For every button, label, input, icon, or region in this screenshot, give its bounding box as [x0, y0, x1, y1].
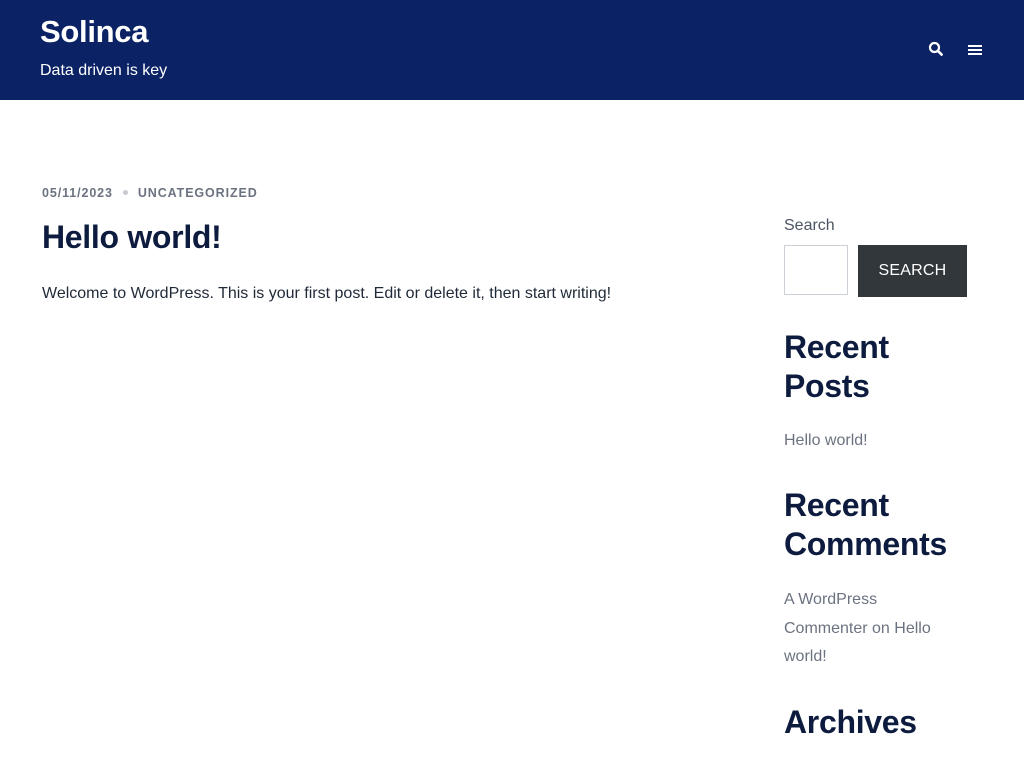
site-header: Solinca Data driven is key: [0, 0, 1024, 100]
menu-icon-bar: [968, 53, 982, 55]
site-title-link[interactable]: Solinca: [40, 14, 148, 50]
menu-icon[interactable]: [966, 42, 986, 58]
post-date-link[interactable]: 05/11/2023: [42, 186, 113, 200]
post-meta: 05/11/2023 UNCATEGORIZED: [42, 186, 258, 200]
recent-post-link[interactable]: Hello world!: [784, 427, 964, 456]
search-label: Search: [784, 217, 835, 234]
search-icon[interactable]: [928, 41, 944, 57]
search-input[interactable]: [784, 245, 848, 295]
post-excerpt: Welcome to WordPress. This is your first…: [42, 285, 612, 302]
menu-icon-bar: [968, 49, 982, 51]
site-tagline: Data driven is key: [40, 62, 168, 79]
comment-author-link[interactable]: A WordPress Commenter: [784, 591, 877, 637]
meta-separator-dot: [122, 190, 128, 196]
search-button[interactable]: SEARCH: [858, 245, 967, 297]
comment-connector: on: [867, 619, 895, 637]
recent-posts-title: Recent Posts: [784, 329, 889, 404]
menu-icon-bar: [968, 45, 982, 47]
recent-comments-title: Recent Comments: [784, 487, 947, 562]
post-title-link[interactable]: Hello world!: [42, 219, 222, 256]
archives-title: Archives: [784, 704, 917, 740]
post-category-link[interactable]: UNCATEGORIZED: [138, 186, 258, 200]
recent-comment-item: A WordPress Commenter on Hello world!: [784, 586, 964, 672]
